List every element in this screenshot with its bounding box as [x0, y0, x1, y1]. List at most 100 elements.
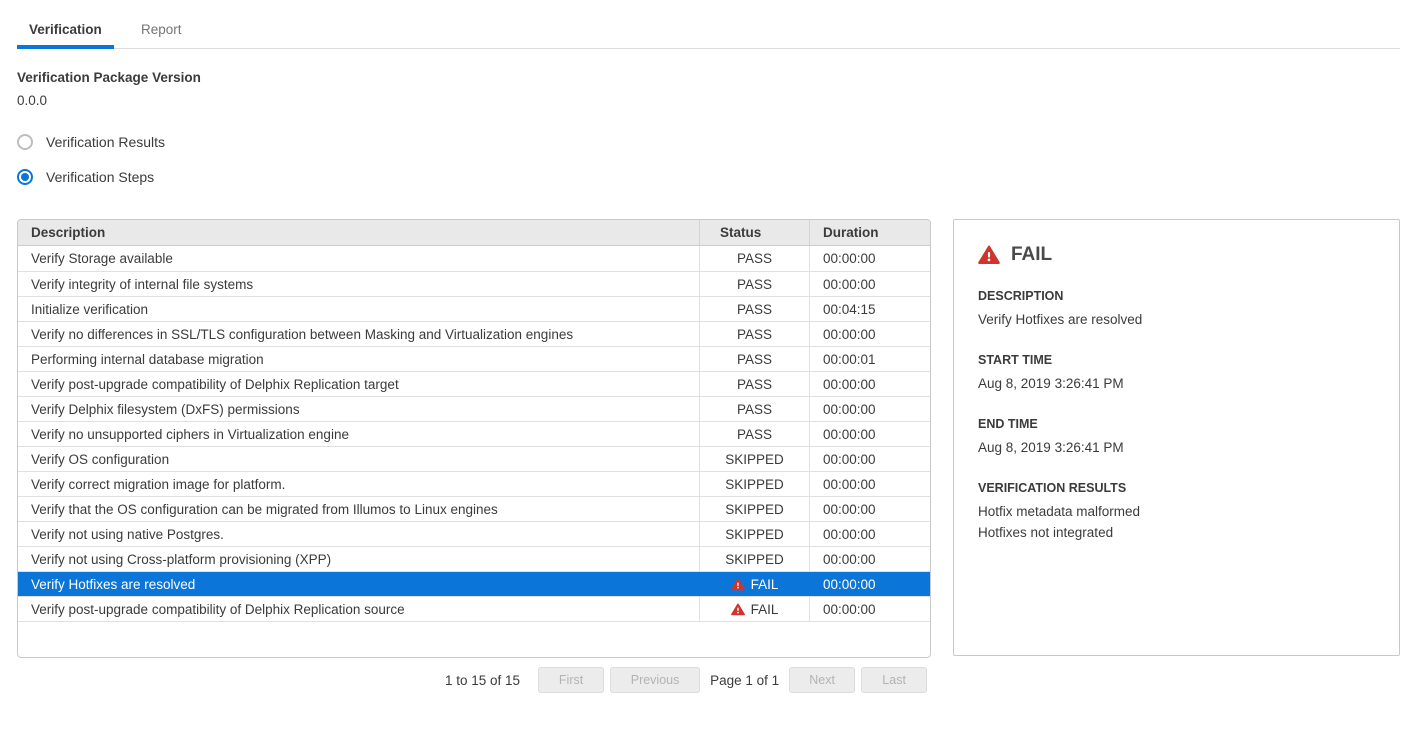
table-row[interactable]: Initialize verificationPASS00:04:15	[18, 296, 930, 321]
table-row[interactable]: Verify not using Cross-platform provisio…	[18, 546, 930, 571]
detail-sections: DESCRIPTIONVerify Hotfixes are resolved S…	[978, 289, 1375, 543]
table-row[interactable]: Verify Hotfixes are resolved FAIL 00:00:0…	[18, 571, 930, 596]
row-description: Verify not using Cross-platform provisio…	[18, 547, 699, 571]
row-status: SKIPPED	[699, 497, 809, 521]
radio-label: Verification Results	[46, 134, 165, 150]
row-status-text: FAIL	[751, 577, 779, 592]
radio-unselected-icon[interactable]	[17, 134, 33, 150]
steps-table-column: Description Status Duration Verify Stora…	[17, 219, 931, 693]
row-status-text: PASS	[737, 302, 772, 317]
row-description: Verify Hotfixes are resolved	[18, 572, 699, 596]
row-status-text: SKIPPED	[725, 452, 784, 467]
pagination-next-button[interactable]: Next	[789, 667, 855, 693]
table-row[interactable]: Verify Storage availablePASS00:00:00	[18, 246, 930, 271]
row-description: Verify correct migration image for platf…	[18, 472, 699, 496]
detail-section-value: Aug 8, 2019 3:26:41 PM	[978, 437, 1375, 458]
row-status: SKIPPED	[699, 472, 809, 496]
tab-report[interactable]: Report	[114, 17, 209, 49]
row-duration: 00:00:01	[809, 347, 930, 371]
package-version-value: 0.0.0	[17, 93, 1400, 108]
pagination-first-button[interactable]: First	[538, 667, 604, 693]
row-status: FAIL	[699, 572, 809, 596]
row-duration: 00:00:00	[809, 322, 930, 346]
row-duration: 00:00:00	[809, 547, 930, 571]
row-status: PASS	[699, 347, 809, 371]
row-status-text: SKIPPED	[725, 552, 784, 567]
tab-verification[interactable]: Verification	[17, 17, 114, 49]
row-duration: 00:00:00	[809, 597, 930, 621]
row-status-text: PASS	[737, 352, 772, 367]
warning-triangle-icon	[978, 245, 1000, 265]
table-header-row: Description Status Duration	[18, 220, 930, 246]
column-header-description[interactable]: Description	[18, 220, 699, 245]
warning-triangle-icon	[731, 578, 745, 591]
pagination-page-text: Page 1 of 1	[710, 673, 779, 688]
table-row[interactable]: Verify correct migration image for platf…	[18, 471, 930, 496]
row-status: PASS	[699, 246, 809, 271]
row-status-text: PASS	[737, 377, 772, 392]
row-status-text: FAIL	[751, 602, 779, 617]
row-description: Verify Delphix filesystem (DxFS) permiss…	[18, 397, 699, 421]
table-row[interactable]: Verify post-upgrade compatibility of Del…	[18, 596, 930, 621]
radio-selected-icon[interactable]	[17, 169, 33, 185]
row-duration: 00:00:00	[809, 246, 930, 271]
row-status: PASS	[699, 322, 809, 346]
row-status-text: SKIPPED	[725, 477, 784, 492]
row-status-text: PASS	[737, 277, 772, 292]
column-header-duration[interactable]: Duration	[809, 220, 930, 245]
warning-triangle-icon	[731, 603, 745, 616]
table-row[interactable]: Verify Delphix filesystem (DxFS) permiss…	[18, 396, 930, 421]
detail-section-label: VERIFICATION RESULTS	[978, 481, 1375, 495]
row-status: SKIPPED	[699, 522, 809, 546]
radio-verification-results[interactable]: Verification Results	[17, 134, 1400, 150]
row-status: SKIPPED	[699, 547, 809, 571]
table-body: Verify Storage availablePASS00:00:00Veri…	[18, 246, 930, 621]
table-row[interactable]: Verify no unsupported ciphers in Virtual…	[18, 421, 930, 446]
row-status: FAIL	[699, 597, 809, 621]
row-description: Performing internal database migration	[18, 347, 699, 371]
table-row[interactable]: Verify that the OS configuration can be …	[18, 496, 930, 521]
row-status-text: SKIPPED	[725, 527, 784, 542]
row-duration: 00:00:00	[809, 497, 930, 521]
table-row[interactable]: Verify not using native Postgres.SKIPPED…	[18, 521, 930, 546]
main-content: Description Status Duration Verify Stora…	[17, 219, 1400, 693]
verification-steps-table: Description Status Duration Verify Stora…	[17, 219, 931, 658]
row-description: Verify OS configuration	[18, 447, 699, 471]
row-duration: 00:00:00	[809, 472, 930, 496]
column-header-status[interactable]: Status	[699, 220, 809, 245]
table-row[interactable]: Verify no differences in SSL/TLS configu…	[18, 321, 930, 346]
row-description: Verify that the OS configuration can be …	[18, 497, 699, 521]
row-description: Initialize verification	[18, 297, 699, 321]
row-duration: 00:00:00	[809, 422, 930, 446]
detail-section-value: Aug 8, 2019 3:26:41 PM	[978, 373, 1375, 394]
row-duration: 00:00:00	[809, 272, 930, 296]
row-description: Verify no unsupported ciphers in Virtual…	[18, 422, 699, 446]
detail-section-value: Verify Hotfixes are resolved	[978, 309, 1375, 330]
detail-section-label: START TIME	[978, 353, 1375, 367]
table-row[interactable]: Performing internal database migration PA…	[18, 346, 930, 371]
view-radio-group: Verification Results Verification Steps	[17, 134, 1400, 185]
pagination-bar: 1 to 15 of 15 First Previous Page 1 of 1…	[445, 667, 931, 693]
detail-section-value: Hotfix metadata malformed	[978, 501, 1375, 522]
pagination-previous-button[interactable]: Previous	[610, 667, 700, 693]
table-row[interactable]: Verify post-upgrade compatibility of Del…	[18, 371, 930, 396]
row-duration: 00:00:00	[809, 397, 930, 421]
table-row[interactable]: Verify OS configurationSKIPPED00:00:00	[18, 446, 930, 471]
row-status: PASS	[699, 272, 809, 296]
row-duration: 00:00:00	[809, 572, 930, 596]
radio-verification-steps[interactable]: Verification Steps	[17, 169, 1400, 185]
table-row[interactable]: Verify integrity of internal file system…	[18, 271, 930, 296]
pagination-last-button[interactable]: Last	[861, 667, 927, 693]
row-description: Verify post-upgrade compatibility of Del…	[18, 372, 699, 396]
detail-section: END TIMEAug 8, 2019 3:26:41 PM	[978, 417, 1375, 458]
detail-status-heading: FAIL	[978, 244, 1375, 266]
row-description: Verify no differences in SSL/TLS configu…	[18, 322, 699, 346]
row-description: Verify post-upgrade compatibility of Del…	[18, 597, 699, 621]
row-status-text: PASS	[737, 327, 772, 342]
row-status: PASS	[699, 297, 809, 321]
detail-section: DESCRIPTIONVerify Hotfixes are resolved	[978, 289, 1375, 330]
row-status: PASS	[699, 397, 809, 421]
detail-section: START TIME Aug 8, 2019 3:26:41 PM	[978, 353, 1375, 394]
tab-bar: Verification Report	[17, 17, 1400, 49]
row-duration: 00:00:00	[809, 522, 930, 546]
